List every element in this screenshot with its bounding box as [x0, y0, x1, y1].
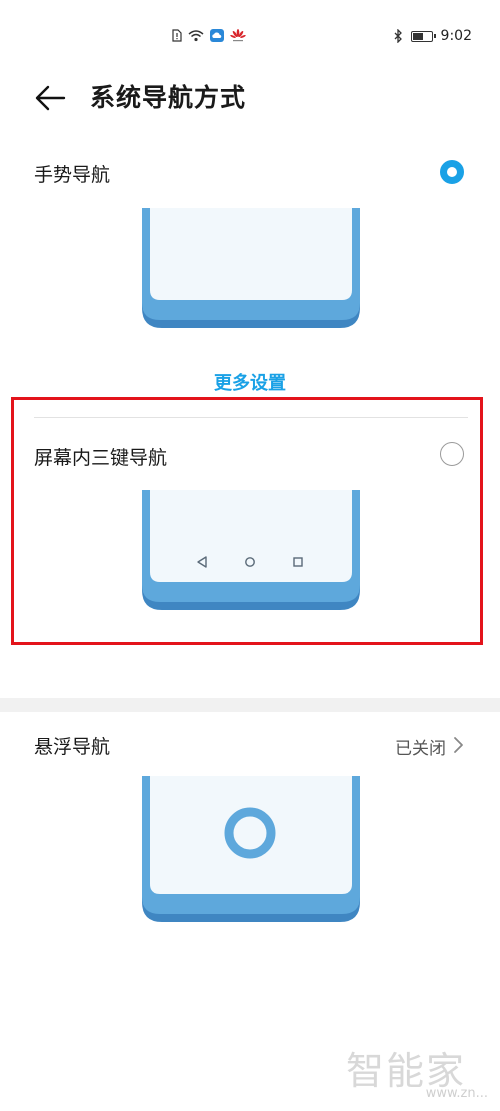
floating-nav-preview	[142, 776, 360, 922]
section-gap	[0, 698, 500, 712]
page-title: 系统导航方式	[90, 83, 247, 112]
cloud-icon	[210, 29, 224, 42]
gesture-nav-preview	[142, 208, 360, 328]
battery-level	[412, 32, 423, 40]
sim-alert-icon	[172, 29, 182, 42]
status-icons-right: 9:02	[394, 28, 472, 44]
gesture-nav-radio[interactable]	[440, 160, 464, 184]
highlight-box	[11, 397, 483, 645]
chevron-right-icon[interactable]	[452, 736, 466, 754]
wifi-icon	[188, 29, 204, 41]
watermark-url: www.zn...	[425, 1086, 488, 1101]
battery-icon	[410, 30, 436, 42]
back-arrow-icon[interactable]	[34, 82, 66, 114]
status-time: 9:02	[440, 28, 472, 44]
more-settings-link[interactable]: 更多设置	[0, 369, 500, 395]
bluetooth-icon	[394, 29, 402, 43]
app-header: 系统导航方式	[0, 70, 500, 130]
status-icons-left	[172, 29, 246, 42]
gesture-nav-label[interactable]: 手势导航	[34, 160, 110, 187]
huawei-logo-icon	[230, 29, 246, 42]
floating-nav-status[interactable]: 已关闭	[395, 734, 446, 759]
floating-nav-label[interactable]: 悬浮导航	[34, 732, 110, 759]
status-bar: 9:02	[0, 0, 500, 70]
